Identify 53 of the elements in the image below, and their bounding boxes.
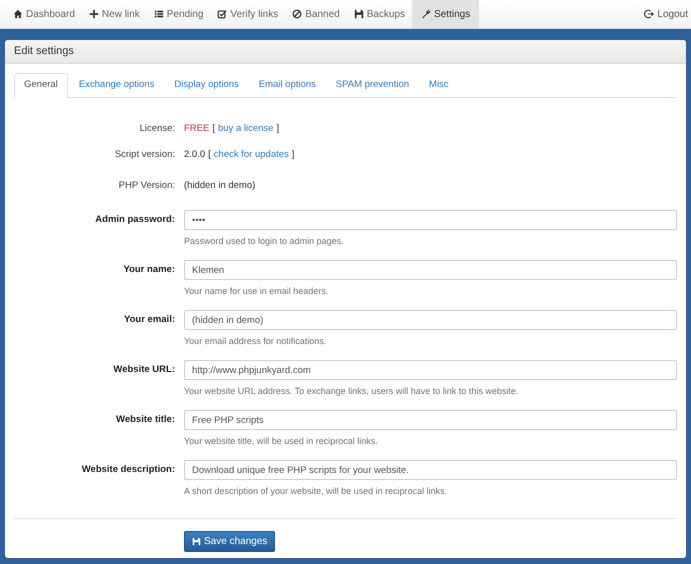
tab[interactable]: General	[14, 73, 68, 98]
logout-icon	[644, 9, 654, 19]
help-text: Your email address for notifications.	[184, 335, 328, 348]
tab[interactable]: Display options	[164, 73, 249, 97]
help-text: Your website title, will be used in reciprocal links.	[184, 435, 379, 448]
input-field[interactable]: (hidden in demo)	[184, 310, 677, 330]
input-field[interactable]: ••••	[184, 210, 677, 230]
logout-link[interactable]: Logout	[644, 0, 688, 28]
link[interactable]: check for updates	[214, 148, 289, 162]
nav-item[interactable]: Verify links	[210, 0, 286, 28]
bracket: ]	[292, 148, 294, 162]
house-icon	[13, 9, 23, 19]
nav-item[interactable]: Pending	[146, 0, 210, 28]
panel-title: Edit settings	[5, 40, 686, 64]
ban-icon	[292, 9, 302, 19]
nav-item[interactable]: Settings	[412, 0, 480, 28]
nav-item[interactable]: New link	[82, 0, 147, 28]
help-text: A short description of your website, will be used in reciprocal links.	[184, 485, 448, 498]
tab[interactable]: SPAM prevention	[326, 73, 420, 97]
input-field[interactable]: Free PHP scripts	[184, 410, 677, 430]
tab[interactable]: Exchange options	[68, 73, 164, 97]
field-label: Your email:	[122, 313, 175, 327]
field-label: Your name:	[122, 263, 175, 277]
input-field[interactable]: Download unique free PHP scripts for your website.	[184, 460, 677, 480]
bracket: [	[212, 122, 215, 136]
list-icon	[154, 9, 164, 19]
field-value: 2.0.0	[184, 148, 206, 162]
plus-icon	[88, 9, 99, 19]
tab[interactable]: Misc	[419, 73, 459, 97]
help-text: Your website URL address. To exchange links, users will have to link to this website.	[184, 385, 520, 398]
field-label: Admin password:	[94, 213, 175, 227]
license-status: FREE	[184, 122, 210, 136]
field-label: Website title:	[115, 413, 175, 427]
bracket: [	[208, 148, 211, 162]
checkbox-icon	[217, 9, 228, 19]
tab[interactable]: Email options	[248, 73, 326, 97]
field-label: Website description:	[80, 463, 175, 477]
link[interactable]: buy a license	[218, 122, 274, 136]
help-text: Password used to login to admin pages.	[184, 235, 345, 248]
field-label: Script version:	[114, 148, 175, 162]
field-label: PHP Version:	[118, 178, 175, 193]
input-field[interactable]: http://www.phpjunkyard.com	[184, 360, 677, 380]
wrench-icon	[421, 9, 432, 19]
nav-item[interactable]: Backups	[346, 0, 412, 28]
field-value: (hidden in demo)	[184, 178, 256, 193]
help-text: Your name for use in email headers.	[184, 285, 330, 298]
field-label: Website URL:	[112, 363, 175, 377]
save-button[interactable]: Save changes	[184, 531, 276, 552]
bracket: ]	[276, 122, 280, 136]
nav-item[interactable]: Banned	[285, 0, 347, 28]
input-field[interactable]: Klemen	[184, 260, 677, 280]
nav-item[interactable]: Dashboard	[6, 0, 82, 28]
field-label: License:	[138, 122, 175, 136]
